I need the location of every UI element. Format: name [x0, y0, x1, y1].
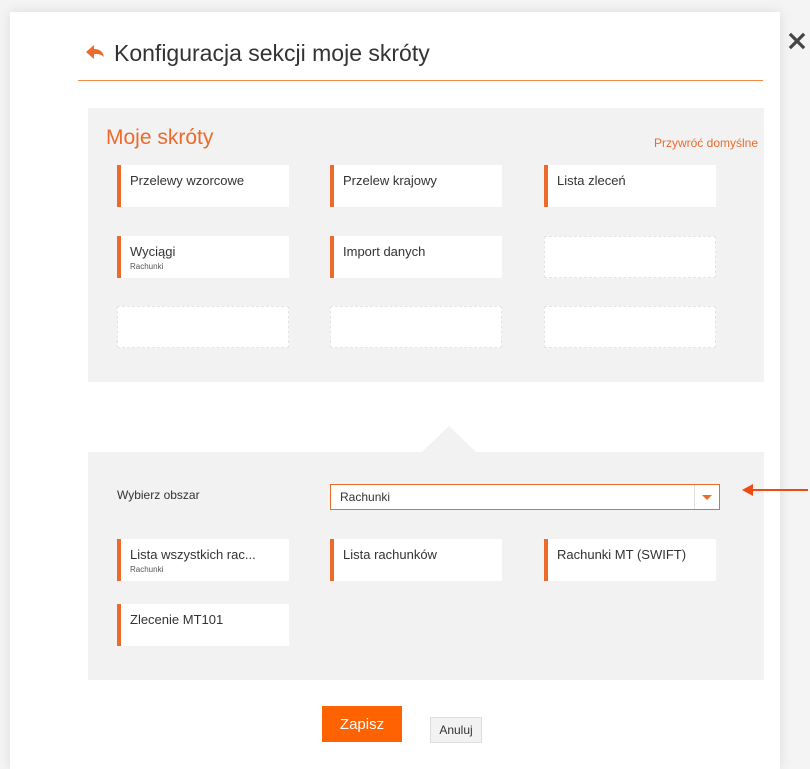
dialog-header: Konfiguracja sekcji moje skróty — [78, 30, 763, 81]
arrow-left-icon — [742, 483, 808, 496]
shortcut-label: Lista rachunków — [343, 547, 437, 562]
shortcut-label: Zlecenie MT101 — [130, 612, 224, 627]
save-button[interactable]: Zapisz — [322, 706, 402, 742]
area-select-value: Rachunki — [340, 490, 391, 504]
available-shortcut-tile[interactable]: Zlecenie MT101 — [117, 604, 289, 646]
chevron-down-icon[interactable] — [694, 485, 719, 509]
close-icon[interactable] — [786, 30, 808, 52]
my-shortcuts-panel: Moje skróty Przywróć domyślne Przelewy w… — [88, 108, 764, 382]
area-picker-panel: Wybierz obszar Rachunki Lista wszystkich… — [88, 452, 764, 680]
shortcut-tile[interactable]: Przelew krajowy — [330, 165, 502, 207]
shortcut-label: Import danych — [343, 244, 426, 259]
cancel-button[interactable]: Anuluj — [430, 717, 482, 743]
area-select-label: Wybierz obszar — [117, 488, 200, 502]
shortcut-label: Lista zleceń — [557, 173, 626, 188]
shortcut-tile[interactable]: Import danych — [330, 236, 502, 278]
shortcut-sublabel: Rachunki — [130, 565, 164, 574]
shortcut-label: Lista wszystkich rac... — [130, 547, 256, 562]
available-shortcut-tile[interactable]: Rachunki MT (SWIFT) — [544, 539, 716, 581]
shortcut-label: Przelewy wzorcowe — [130, 173, 245, 188]
back-arrow-icon[interactable] — [86, 44, 104, 60]
empty-shortcut-slot[interactable] — [330, 306, 502, 348]
dialog-title: Konfiguracja sekcji moje skróty — [114, 40, 430, 66]
restore-defaults-link[interactable]: Przywróć domyślne — [654, 136, 758, 150]
shortcut-label: Wyciągi — [130, 244, 176, 259]
shortcut-tile[interactable]: Wyciągi Rachunki — [117, 236, 289, 278]
shortcut-tile[interactable]: Przelewy wzorcowe — [117, 165, 289, 207]
shortcut-tile[interactable]: Lista zleceń — [544, 165, 716, 207]
area-select[interactable]: Rachunki — [330, 484, 720, 510]
shortcut-label: Przelew krajowy — [343, 173, 437, 188]
shortcut-sublabel: Rachunki — [130, 262, 164, 271]
empty-shortcut-slot[interactable] — [544, 236, 716, 278]
empty-shortcut-slot[interactable] — [544, 306, 716, 348]
panel-pointer — [420, 426, 478, 454]
available-shortcut-tile[interactable]: Lista wszystkich rac... Rachunki — [117, 539, 289, 581]
my-shortcuts-heading: Moje skróty — [106, 126, 214, 149]
shortcut-label: Rachunki MT (SWIFT) — [557, 547, 687, 562]
available-shortcut-tile[interactable]: Lista rachunków — [330, 539, 502, 581]
empty-shortcut-slot[interactable] — [117, 306, 289, 348]
